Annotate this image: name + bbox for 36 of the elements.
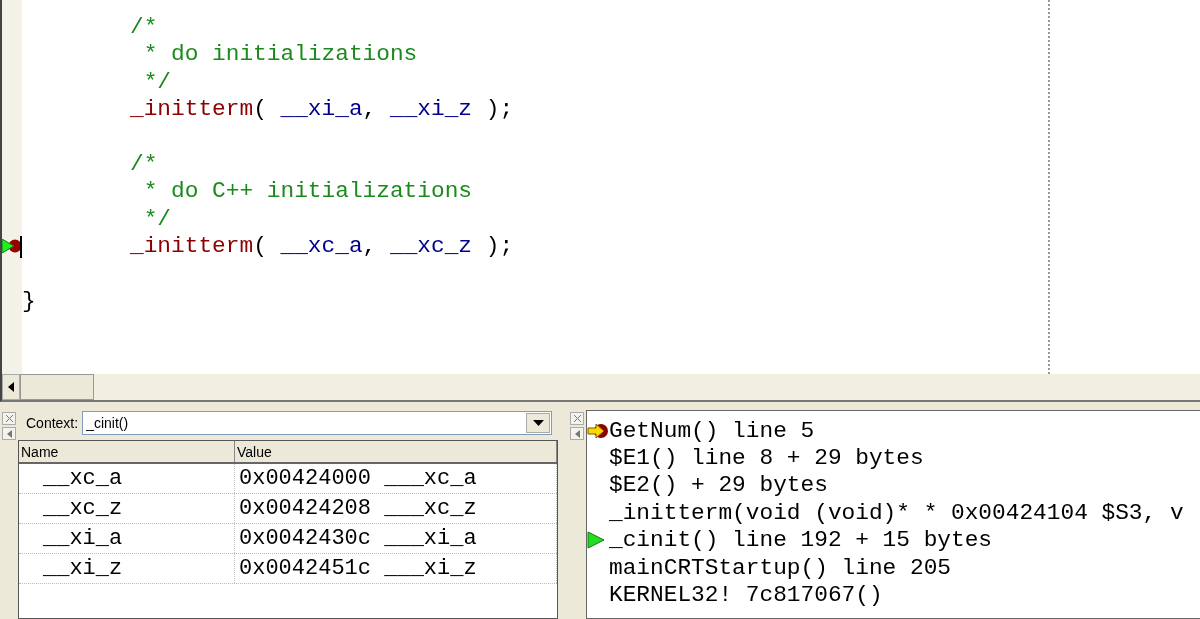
variable-name: __xi_a — [19, 524, 235, 553]
code-line: * do C++ initializations — [142, 178, 472, 206]
scroll-left-button[interactable] — [2, 374, 20, 400]
code-line: _initterm( __xi_a, __xi_z ); — [130, 96, 514, 124]
stack-frame[interactable]: $E1() line 8 + 29 bytes — [609, 445, 924, 472]
stack-frame[interactable]: KERNEL32! 7c817067() — [609, 582, 883, 609]
stack-frame[interactable]: GetNum() line 5 — [609, 417, 815, 444]
code-line: * do initializations — [142, 41, 418, 69]
code-line: } — [22, 287, 36, 316]
scrollbar-thumb[interactable] — [20, 374, 94, 400]
context-dropdown[interactable]: _cinit() — [82, 411, 552, 435]
stack-frame[interactable]: _initterm(void (void)* * 0x00424104 $S3, v — [609, 499, 1184, 526]
column-header[interactable]: Name — [19, 441, 235, 462]
variable-value: 0x00424208 ___xc_z — [235, 494, 557, 523]
stack-frame[interactable]: mainCRTStartup() line 205 — [609, 554, 951, 581]
text-cursor — [20, 236, 22, 259]
variable-value: 0x0042430c ___xi_a — [235, 524, 557, 553]
variable-name: __xi_z — [19, 554, 235, 583]
dropdown-caret-icon — [532, 420, 544, 426]
code-line: */ — [142, 68, 172, 97]
context-label: Context: — [25, 415, 79, 431]
variable-name: __xc_a — [19, 464, 235, 493]
stack-frame[interactable]: _cinit() line 192 + 15 bytes — [609, 527, 993, 554]
variable-value: 0x00424000 ___xc_a — [235, 464, 557, 493]
variable-value: 0x0042451c ___xi_z — [235, 554, 557, 583]
code-line: _initterm( __xc_a, __xc_z ); — [130, 233, 514, 261]
close-icon[interactable] — [2, 412, 16, 425]
stack-frame[interactable]: $E2() + 29 bytes — [609, 472, 828, 499]
code-editor[interactable]: /* * do initializations */ _initterm( __xi_a, __xi_z ); /* * do C++ initializations */ _initterm( __xc_a, __xc_z ); } — [0, 0, 1200, 374]
code-line: /* — [130, 14, 158, 42]
column-header[interactable]: Value — [235, 441, 557, 462]
code-line: */ — [142, 205, 172, 234]
left-arrow-icon — [8, 382, 14, 392]
code-line: /* — [130, 150, 158, 179]
close-icon[interactable] — [570, 412, 584, 425]
variable-name: __xc_z — [19, 494, 235, 523]
